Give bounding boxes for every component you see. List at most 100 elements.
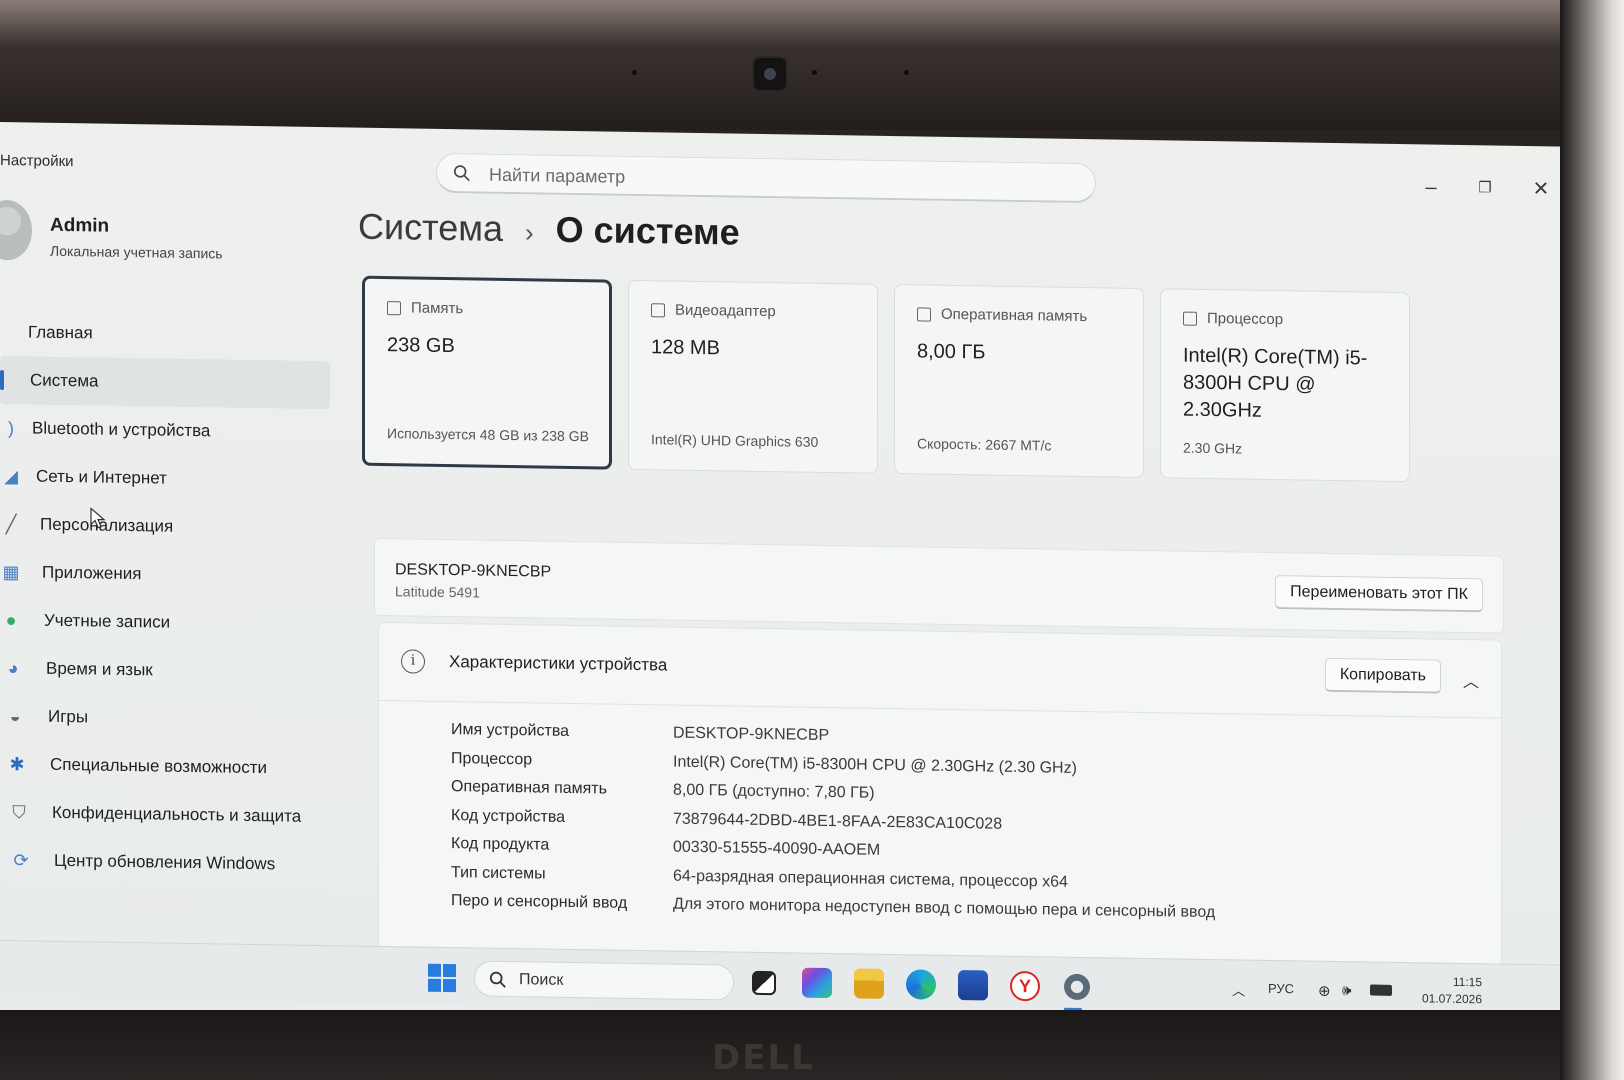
settings-window: Настройки – ❐ ✕ Admin Локальная учетная … <box>0 122 1574 1037</box>
card-subtext: Intel(R) UHD Graphics 630 <box>651 431 819 450</box>
network-icon[interactable]: ⊕ <box>1318 982 1331 1000</box>
profile-name: Admin <box>50 214 110 237</box>
home-icon <box>4 321 18 343</box>
title-bar: Настройки – ❐ ✕ <box>0 122 1574 209</box>
rename-pc-button[interactable]: Переименовать этот ПК <box>1275 575 1483 613</box>
copy-button[interactable]: Копировать <box>1324 657 1441 694</box>
card-heading: Видеоадаптер <box>675 301 776 321</box>
yandex-browser-icon[interactable]: Y <box>1010 970 1040 1002</box>
taskbar-search-label: Поиск <box>519 971 564 989</box>
device-name-row: DESKTOP-9KNECBP Latitude 5491 Переименов… <box>374 537 1504 634</box>
microsoft-365-icon[interactable] <box>802 967 832 999</box>
system-clock[interactable]: 11:15 01.07.2026 <box>1412 973 1482 1008</box>
sidebar-item-windows-update[interactable]: ⟳ Центр обновления Windows <box>0 836 330 889</box>
gamepad-icon: ◒ <box>9 705 21 726</box>
sidebar-item-apps[interactable]: ▦ Приложения <box>0 548 330 601</box>
card-value: 238 GB <box>387 334 455 358</box>
spec-key: Тип системы <box>451 863 546 883</box>
gpu-icon <box>651 302 665 317</box>
sidebar-nav: Главная Система ) Bluetooth и устройства… <box>0 308 330 889</box>
settings-search[interactable] <box>436 152 1096 204</box>
spec-key: Процессор <box>451 749 533 769</box>
apps-icon: ▦ <box>2 561 20 582</box>
windows-start-icon[interactable] <box>428 963 456 993</box>
card-gpu[interactable]: Видеоадаптер 128 MB Intel(R) UHD Graphic… <box>628 279 878 474</box>
spec-key: Имя устройства <box>451 721 570 741</box>
clock-time: 11:15 <box>1452 974 1482 990</box>
storage-icon <box>387 300 401 315</box>
sidebar-item-label: Приложения <box>42 562 142 584</box>
network-icon: ◢ <box>4 465 18 486</box>
spec-key: Код продукта <box>451 835 550 854</box>
webcam <box>752 56 788 92</box>
page-title: О системе <box>555 208 740 253</box>
sidebar-item-network[interactable]: ◢ Сеть и Интернет <box>0 452 330 505</box>
cpu-icon <box>1183 311 1197 326</box>
avatar[interactable] <box>0 199 32 261</box>
sidebar-item-time-language[interactable]: ◕ Время и язык <box>0 644 330 697</box>
sidebar-item-privacy[interactable]: ⛉ Конфиденциальность и защита <box>0 788 330 841</box>
sidebar-item-accessibility[interactable]: ✱ Специальные возможности <box>0 740 330 793</box>
battery-icon[interactable] <box>1370 984 1392 996</box>
spec-value: 64-разрядная операционная система, проце… <box>673 867 1068 891</box>
sidebar-item-label: Сеть и Интернет <box>36 466 167 488</box>
bluetooth-icon: ) <box>8 417 14 438</box>
settings-gear-icon[interactable] <box>1062 971 1092 1003</box>
device-specs-header[interactable]: i Характеристики устройства Копировать ︿ <box>379 622 1501 719</box>
sidebar-item-system[interactable]: Система <box>0 356 330 410</box>
task-view-icon[interactable] <box>752 970 776 996</box>
breadcrumb-parent[interactable]: Система <box>358 206 503 250</box>
search-icon <box>489 971 506 988</box>
sidebar-item-home[interactable]: Главная <box>0 308 330 361</box>
card-subtext: Скорость: 2667 MT/c <box>917 435 1052 454</box>
search-input[interactable] <box>489 160 1069 198</box>
device-model: Latitude 5491 <box>395 583 480 601</box>
card-subtext: 2.30 GHz <box>1183 439 1243 457</box>
sidebar-item-label: Персонализация <box>40 514 174 536</box>
chevron-up-icon[interactable]: ︿ <box>1463 668 1479 692</box>
minimize-button[interactable]: – <box>1416 172 1446 202</box>
sidebar-item-personalization[interactable]: ╱ Персонализация <box>0 500 330 553</box>
sidebar-item-bluetooth[interactable]: ) Bluetooth и устройства <box>0 404 330 457</box>
close-button[interactable]: ✕ <box>1526 174 1556 204</box>
sensor-dot <box>812 70 817 75</box>
brush-icon: ╱ <box>5 513 17 534</box>
sidebar-item-accounts[interactable]: ● Учетные записи <box>0 596 330 649</box>
spec-value: DESKTOP-9KNECBP <box>673 724 830 745</box>
card-heading: Оперативная память <box>941 305 1088 326</box>
card-storage[interactable]: Память 238 GB Используется 48 GB из 238 … <box>362 275 612 470</box>
card-cpu[interactable]: Процессор Intel(R) Core(TM) i5-8300H CPU… <box>1160 288 1410 483</box>
system-icon <box>8 369 20 391</box>
sidebar-item-gaming[interactable]: ◒ Игры <box>0 692 330 745</box>
sidebar-item-label: Время и язык <box>46 658 153 680</box>
sidebar-item-label: Специальные возможности <box>50 754 268 778</box>
card-value: 128 MB <box>651 336 720 360</box>
chevron-up-icon[interactable]: ︿ <box>1232 980 1245 999</box>
sidebar-item-label: Центр обновления Windows <box>54 850 276 874</box>
card-ram[interactable]: Оперативная память 8,00 ГБ Скорость: 266… <box>894 284 1144 478</box>
microsoft-store-icon[interactable] <box>958 970 988 1001</box>
account-icon: ● <box>5 609 17 630</box>
spec-key: Перо и сенсорный ввод <box>451 892 628 913</box>
edge-browser-icon[interactable] <box>906 969 936 1000</box>
device-specs-panel: i Характеристики устройства Копировать ︿… <box>378 621 1502 970</box>
sidebar-item-label: Bluetooth и устройства <box>32 418 211 441</box>
card-value: 8,00 ГБ <box>917 340 986 364</box>
spec-key: Код устройства <box>451 806 566 826</box>
restore-button[interactable]: ❐ <box>1470 173 1500 203</box>
device-specs-list: Имя устройства DESKTOP-9KNECBP Процессор I… <box>451 716 1215 928</box>
search-icon <box>453 165 470 182</box>
sidebar-item-label: Игры <box>48 706 89 727</box>
spec-value: Intel(R) Core(TM) i5-8300H CPU @ 2.30GHz… <box>673 753 1077 777</box>
input-language[interactable]: РУС <box>1268 981 1294 996</box>
spec-cards: Память 238 GB Используется 48 GB из 238 … <box>362 275 1422 493</box>
update-icon: ⟳ <box>13 849 29 870</box>
taskbar-search[interactable]: Поиск <box>474 960 734 1001</box>
spec-value: 8,00 ГБ (доступно: 7,80 ГБ) <box>673 781 875 802</box>
file-explorer-icon[interactable] <box>854 968 884 999</box>
profile-account-type: Локальная учетная запись <box>50 242 223 262</box>
laptop-bezel-top <box>0 0 1624 130</box>
volume-icon[interactable]: 🕪 <box>1342 982 1351 999</box>
accessibility-icon: ✱ <box>9 753 25 774</box>
spec-value: 73879644-2DBD-4BE1-8FAA-2E83CA10C028 <box>673 810 1003 833</box>
